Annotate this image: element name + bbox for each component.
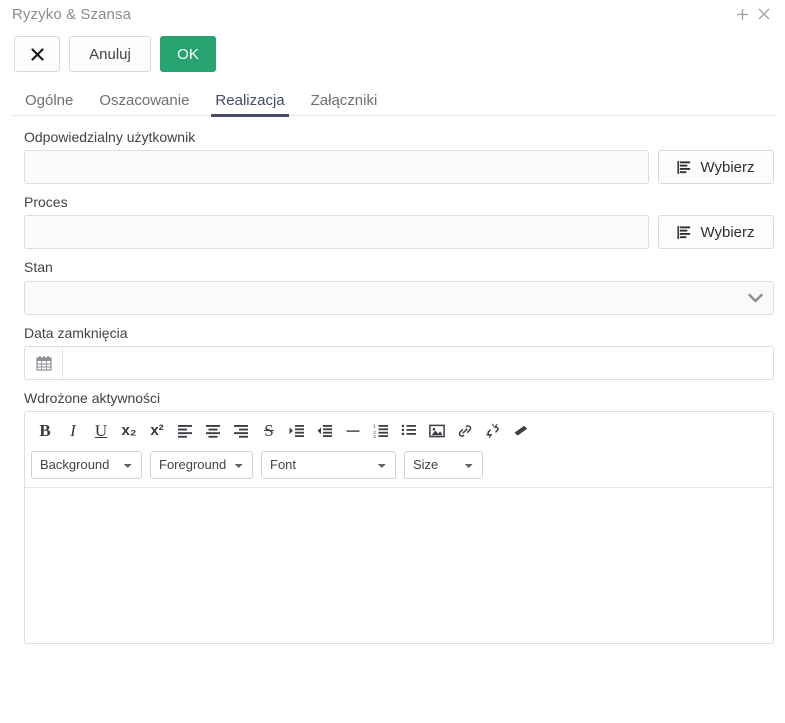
background-color-select[interactable]: Background xyxy=(31,451,142,479)
responsible-user-pick-label: Wybierz xyxy=(700,159,754,176)
bold-glyph: B xyxy=(39,422,50,439)
editor-toolbar-format: B I U x₂ x² xyxy=(25,412,773,447)
state-select-wrap xyxy=(24,281,774,315)
process-row: Wybierz xyxy=(13,215,774,249)
responsible-user-pick-button[interactable]: Wybierz xyxy=(658,150,774,184)
foreground-color-select[interactable]: Foreground xyxy=(150,451,253,479)
underline-icon[interactable]: U xyxy=(87,417,115,445)
calendar-icon[interactable] xyxy=(25,347,63,379)
bullet-list-icon[interactable] xyxy=(395,417,423,445)
form-realizacja: Odpowiedzialny użytkownik Wybierz Proces xyxy=(0,116,785,644)
outdent-icon[interactable] xyxy=(311,417,339,445)
closing-date-input[interactable] xyxy=(63,347,773,379)
close-icon[interactable] xyxy=(753,3,775,25)
subscript-icon[interactable]: x₂ xyxy=(115,417,143,445)
field-state: Stan xyxy=(13,258,774,314)
eraser-icon[interactable] xyxy=(507,417,535,445)
underline-glyph: U xyxy=(95,422,107,439)
responsible-user-label: Odpowiedzialny użytkownik xyxy=(24,128,774,146)
align-right-icon[interactable] xyxy=(227,417,255,445)
dialog-window: Ryzyko & Szansa Anuluj OK Ogólne xyxy=(0,0,785,723)
field-responsible-user: Odpowiedzialny użytkownik Wybierz xyxy=(13,128,774,184)
image-icon[interactable] xyxy=(423,417,451,445)
process-input[interactable] xyxy=(24,215,649,249)
rich-text-editor: B I U x₂ x² xyxy=(24,411,774,644)
italic-glyph: I xyxy=(70,422,76,439)
svg-text:3: 3 xyxy=(373,434,376,439)
strikethrough-icon[interactable]: S xyxy=(255,417,283,445)
closing-date-label: Data zamknięcia xyxy=(24,324,774,342)
tab-zalaczniki[interactable]: Załączniki xyxy=(298,93,391,116)
closing-date-wrap xyxy=(24,346,774,380)
field-activities: Wdrożone aktywności B I U x₂ xyxy=(13,389,774,644)
ok-button[interactable]: OK xyxy=(160,36,216,72)
process-pick-label: Wybierz xyxy=(700,224,754,241)
list-select-icon xyxy=(677,160,692,175)
svg-text:1: 1 xyxy=(373,423,376,428)
process-pick-button[interactable]: Wybierz xyxy=(658,215,774,249)
action-bar: Anuluj OK xyxy=(0,28,785,82)
align-left-icon[interactable] xyxy=(171,417,199,445)
align-center-icon[interactable] xyxy=(199,417,227,445)
list-select-icon xyxy=(677,225,692,240)
title-bar: Ryzyko & Szansa xyxy=(0,0,785,28)
field-process: Proces Wybierz xyxy=(13,193,774,249)
indent-icon[interactable] xyxy=(283,417,311,445)
window-title: Ryzyko & Szansa xyxy=(12,6,131,23)
tab-ogolne[interactable]: Ogólne xyxy=(12,93,86,116)
subscript-glyph: x₂ xyxy=(121,423,136,438)
process-label: Proces xyxy=(24,193,774,211)
superscript-glyph: x² xyxy=(150,423,163,438)
superscript-icon[interactable]: x² xyxy=(143,417,171,445)
tab-oszacowanie[interactable]: Oszacowanie xyxy=(86,93,202,116)
ordered-list-icon[interactable]: 1 2 3 xyxy=(367,417,395,445)
activities-editor-body[interactable] xyxy=(25,487,773,643)
responsible-user-input[interactable] xyxy=(24,150,649,184)
font-family-select[interactable]: Font xyxy=(261,451,396,479)
responsible-user-row: Wybierz xyxy=(13,150,774,184)
tab-bar: Ogólne Oszacowanie Realizacja Załączniki xyxy=(0,84,785,116)
font-size-select[interactable]: Size xyxy=(404,451,483,479)
italic-icon[interactable]: I xyxy=(59,417,87,445)
add-icon[interactable] xyxy=(731,3,753,25)
unlink-icon[interactable] xyxy=(479,417,507,445)
link-icon[interactable] xyxy=(451,417,479,445)
cancel-button[interactable]: Anuluj xyxy=(69,36,151,72)
bold-icon[interactable]: B xyxy=(31,417,59,445)
state-select[interactable] xyxy=(24,281,774,315)
strikethrough-glyph: S xyxy=(264,422,273,439)
close-x-icon xyxy=(31,48,44,61)
state-label: Stan xyxy=(24,258,774,276)
tab-realizacja[interactable]: Realizacja xyxy=(202,93,297,116)
editor-toolbar-selects: Background Foreground Font Size xyxy=(25,447,773,487)
horizontal-rule-icon[interactable] xyxy=(339,417,367,445)
activities-label: Wdrożone aktywności xyxy=(24,389,774,407)
close-button[interactable] xyxy=(14,36,60,72)
field-closing-date: Data zamknięcia xyxy=(13,324,774,380)
